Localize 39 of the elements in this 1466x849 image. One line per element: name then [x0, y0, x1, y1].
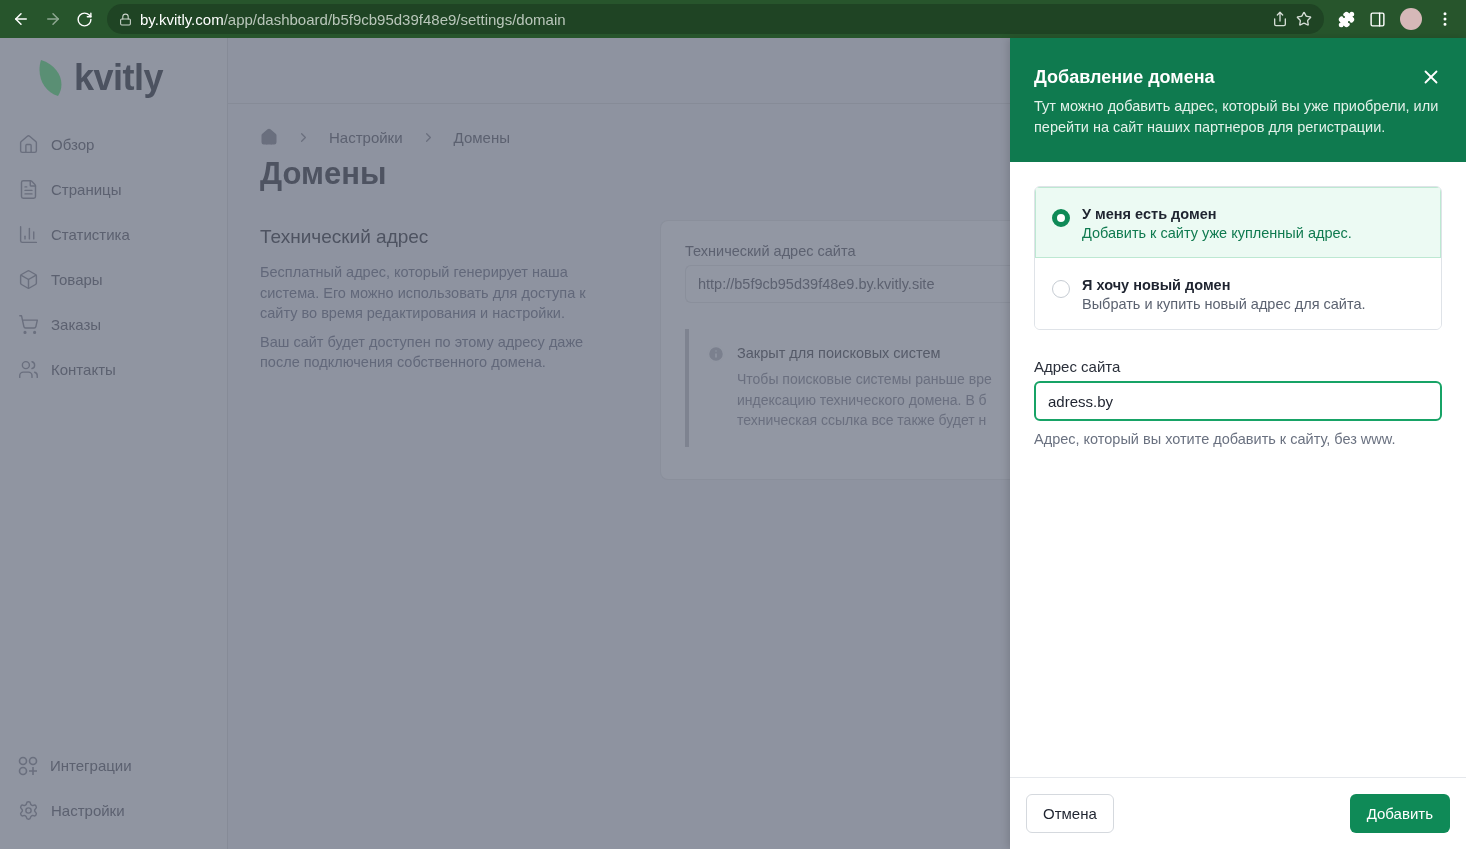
drawer-title: Добавление домена	[1034, 66, 1215, 88]
field-label: Адрес сайта	[1034, 358, 1122, 375]
radio-button[interactable]	[1052, 280, 1070, 298]
address-bar[interactable]: by.kvitly.com/app/dashboard/b5f9cb95d39f48e9/settings/domain	[107, 4, 1324, 34]
back-icon[interactable]	[12, 10, 30, 28]
cancel-button[interactable]: Отмена	[1026, 794, 1114, 833]
field-hint: Адрес, который вы хотите добавить к сайту, без www.	[1034, 431, 1397, 447]
add-button[interactable]: Добавить	[1349, 794, 1450, 833]
document-icon	[18, 179, 39, 200]
notice-title: Закрыт для поисковых систем	[737, 345, 942, 361]
option-subtitle: Выбрать и купить новый адрес для сайта.	[1082, 296, 1366, 312]
forward-icon[interactable]	[44, 10, 62, 28]
url-path: /app/dashboard/b5f9cb95d39f48e9/settings/domain	[223, 10, 566, 28]
domain-option[interactable]: У меня есть домен Добавить к сайту уже купленный адрес.	[1035, 187, 1441, 258]
leaf-logo-icon	[38, 58, 64, 98]
section-title: Технический адрес	[260, 226, 430, 248]
settings-icon	[18, 800, 39, 821]
people-icon	[18, 359, 39, 380]
page-title: Домены	[260, 156, 388, 192]
logo-text: kvitly	[74, 57, 164, 99]
profile-avatar[interactable]	[1400, 8, 1422, 30]
url-host: by.kvitly.com	[140, 10, 224, 28]
option-subtitle: Добавить к сайту уже купленный адрес.	[1082, 225, 1352, 241]
home-icon	[18, 134, 39, 155]
cart-icon	[18, 314, 39, 335]
share-icon[interactable]	[1272, 11, 1288, 27]
box-icon	[18, 269, 39, 290]
side-panel-icon[interactable]	[1369, 10, 1386, 28]
bar-chart-icon	[18, 224, 39, 245]
bookmark-star-icon[interactable]	[1296, 11, 1312, 27]
extensions-icon[interactable]	[1338, 10, 1355, 28]
option-title: У меня есть домен	[1082, 206, 1218, 222]
reload-icon[interactable]	[76, 10, 93, 28]
drawer-description: Тут можно добавить адрес, который вы уже приобрели, или перейти на сайт наших партнеров для регистрации.	[1034, 97, 1440, 137]
integrations-icon	[18, 755, 38, 776]
option-title: Я хочу новый домен	[1082, 277, 1232, 293]
radio-button[interactable]	[1052, 209, 1070, 227]
lock-icon	[119, 12, 132, 26]
site-address-input[interactable]: adress.by	[1034, 381, 1442, 421]
